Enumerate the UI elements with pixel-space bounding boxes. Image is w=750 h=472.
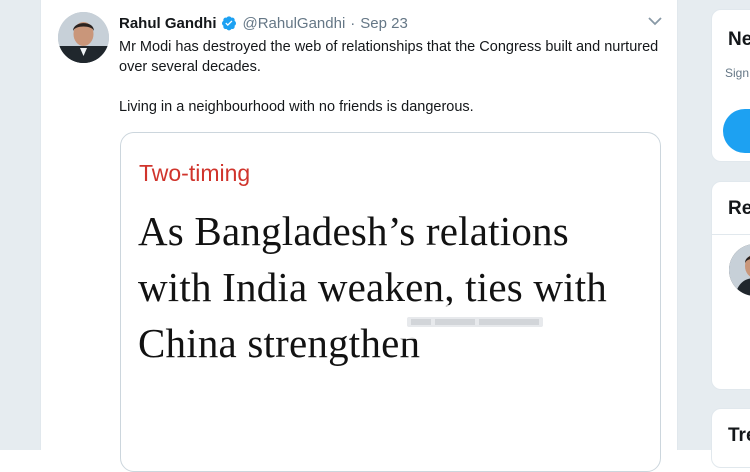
meta-separator: · [350,14,356,32]
left-gutter [0,0,40,450]
card-headline: As Bangladesh’s relations with India wea… [138,208,608,366]
link-preview-card[interactable]: Two-timing As Bangladesh’s relations wit… [120,132,661,472]
tweet-text: Mr Modi has destroyed the web of relatio… [119,37,659,117]
tweet-text-paragraph-2: Living in a neighbourhood with no friend… [119,99,474,115]
avatar-image [58,12,109,63]
trends-card: Tre [711,408,750,468]
card-kicker: Two-timing [139,160,251,186]
tweet-header: Rahul Gandhi @RahulGandhi · Sep 23 [119,13,408,33]
author-name[interactable]: Rahul Gandhi [119,15,217,32]
signup-button[interactable] [723,109,750,153]
author-handle[interactable]: @RahulGandhi [243,15,346,32]
signup-card-heading: Ne [728,29,750,50]
verified-badge-icon [221,15,237,31]
signup-card-subtext: Sign [725,66,750,80]
tweet-text-paragraph-1: Mr Modi has destroyed the web of relatio… [119,39,659,75]
divider [712,234,750,235]
signup-card: Ne Sign [711,9,750,162]
chevron-down-icon[interactable] [645,12,665,30]
tweet-date[interactable]: Sep 23 [360,15,408,32]
trends-heading: Tre [728,425,750,446]
watermark-logo [399,305,550,339]
avatar[interactable] [58,12,109,63]
relevant-person-avatar[interactable] [729,244,750,296]
relevant-people-card: Re [711,181,750,390]
relevant-people-heading: Re [728,198,750,219]
